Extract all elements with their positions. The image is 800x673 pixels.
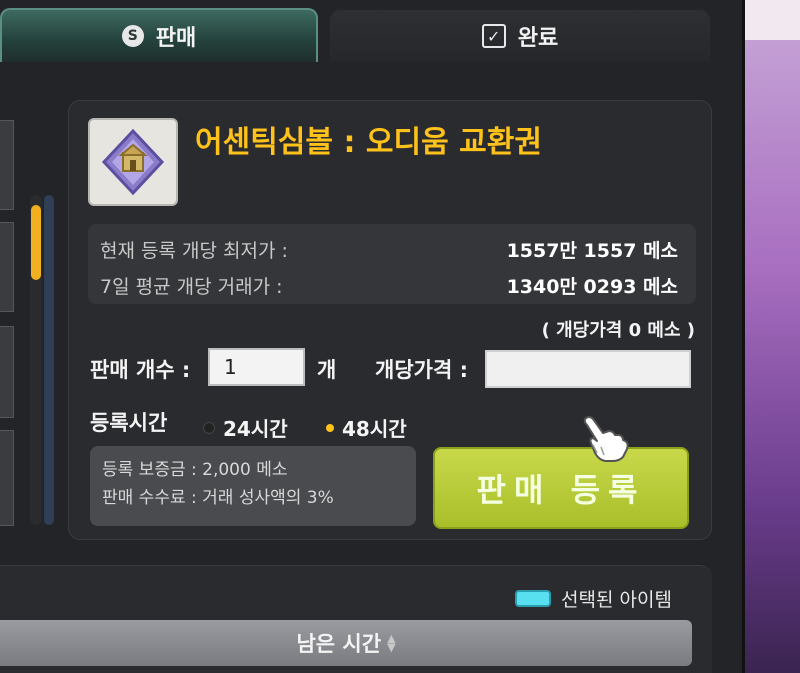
list-slot[interactable] [0, 326, 14, 418]
list-slot[interactable] [0, 120, 14, 210]
register-sale-button[interactable]: 판매 등록 [433, 447, 689, 529]
duration-option-24[interactable]: 24시간 [203, 413, 288, 442]
qty-unit: 개 [317, 358, 337, 382]
avg-price-value: 1340만 0293 메소 [506, 276, 678, 298]
radio-selected-icon [326, 423, 334, 432]
duration-option-48-label: 48시간 [342, 417, 407, 441]
duration-option-24-label: 24시간 [223, 417, 288, 441]
lowest-price-value: 1557만 1557 메소 [506, 240, 678, 262]
radio-unselected-icon [203, 421, 215, 434]
background-decoration-top [740, 0, 800, 40]
background-decoration [740, 0, 800, 673]
list-slot[interactable] [0, 430, 14, 526]
list-scrollbar-thumb[interactable] [31, 205, 41, 280]
list-scrollbar-rail [44, 195, 54, 525]
item-icon [88, 118, 178, 206]
tab-done-label: 완료 [517, 26, 559, 51]
qty-label: 판매 개수 : [90, 358, 191, 382]
duration-option-48[interactable]: 48시간 [326, 413, 407, 442]
sort-arrows-icon: ▲ ▼ [387, 632, 396, 654]
tab-sell[interactable]: S 판매 [0, 8, 318, 62]
qty-input[interactable] [208, 348, 305, 386]
selected-item-legend-label: 선택된 아이템 [561, 589, 672, 611]
tab-sell-label: 판매 [155, 26, 197, 51]
check-icon: ✓ [481, 24, 506, 48]
selected-swatch-icon [515, 590, 551, 607]
per-unit-price-note: ( 개당가격 0 메소 ) [541, 320, 695, 341]
fee-info-box: 등록 보증금 : 2,000 메소 판매 수수료 : 거래 성사액의 3% [90, 446, 416, 526]
list-slot[interactable] [0, 222, 14, 312]
lowest-price-label: 현재 등록 개당 최저가 : [100, 240, 288, 262]
duration-label: 등록시간 [90, 411, 168, 435]
tab-done[interactable]: ✓ 완료 [330, 10, 710, 62]
commission-fee: 판매 수수료 : 거래 성사액의 3% [102, 488, 334, 508]
price-label: 개당가격 : [375, 358, 468, 382]
hand-cursor-icon [575, 405, 635, 465]
avg-price-label: 7일 평균 개당 거래가 : [100, 276, 283, 298]
sort-remaining-time-header[interactable]: 남은 시간 ▲ ▼ [0, 620, 692, 666]
selected-item-legend: 선택된 아이템 [515, 585, 672, 612]
price-input[interactable] [485, 350, 691, 388]
coin-icon: S [121, 25, 144, 47]
sort-remaining-time-label: 남은 시간 [296, 632, 382, 656]
item-name: 어센틱심볼 : 오디움 교환권 [195, 125, 542, 160]
deposit-fee: 등록 보증금 : 2,000 메소 [102, 460, 288, 480]
